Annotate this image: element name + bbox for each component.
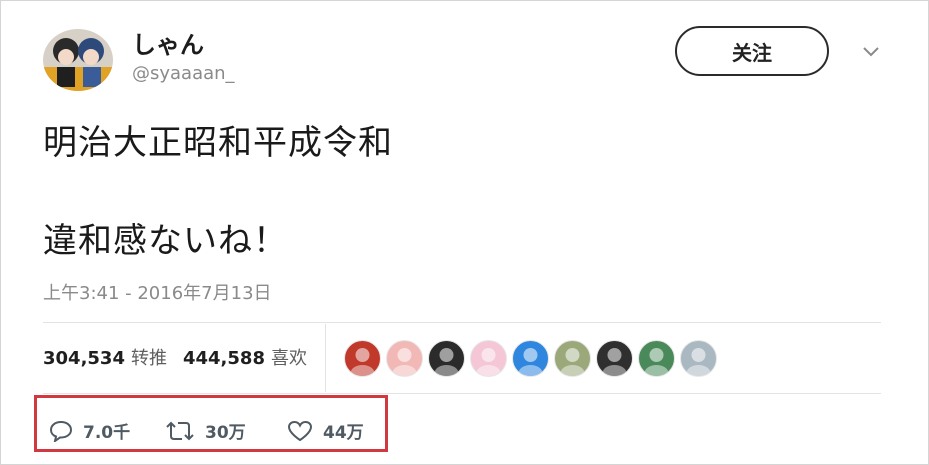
liker-avatar-7[interactable] [596,340,633,377]
tweet-text-line-1: 明治大正昭和平成令和 [43,123,393,163]
follow-button[interactable]: 关注 [675,26,829,76]
retweet-icon [166,421,194,440]
liker-avatar-4[interactable] [470,340,507,377]
liker-avatar-5[interactable] [512,340,549,377]
liker-avatar-2[interactable] [386,340,423,377]
user-display-name[interactable]: しゃん [132,25,204,60]
retweet-count: 30万 [205,423,246,443]
like-action[interactable]: 44万 [287,418,364,443]
tweet-stats: 304,534 转推 444,588 喜欢 [43,344,323,370]
stats-separator [325,324,326,392]
like-count: 44万 [323,423,364,443]
action-bar-highlight: 7.0千 30万 44万 [34,395,388,452]
user-handle[interactable]: @syaaaan_ [132,63,235,84]
likes-count[interactable]: 444,588 [183,348,265,369]
chevron-down-icon[interactable] [861,45,881,59]
liker-avatar-8[interactable] [638,340,675,377]
heart-icon [287,420,313,441]
liker-avatar-6[interactable] [554,340,591,377]
divider-bottom [43,393,881,394]
reply-count: 7.0千 [83,423,131,443]
liker-avatar-1[interactable] [344,340,381,377]
tweet-timestamp[interactable]: 上午3:41 - 2016年7月13日 [43,279,272,305]
liker-avatar-9[interactable] [680,340,717,377]
user-avatar[interactable] [43,29,113,91]
tweet-text-line-2: 違和感ないね！ [43,221,288,261]
retweet-action[interactable]: 30万 [165,418,246,443]
tweet-card: しゃん @syaaaan_ 关注 明治大正昭和平成令和 違和感ないね！ 上午3:… [0,0,929,465]
likes-label[interactable]: 喜欢 [271,344,307,370]
reply-icon [49,420,73,442]
retweets-count[interactable]: 304,534 [43,348,125,369]
retweets-label[interactable]: 转推 [131,344,167,370]
liker-avatars [344,340,722,377]
reply-action[interactable]: 7.0千 [49,418,130,443]
divider-top [43,322,881,323]
liker-avatar-3[interactable] [428,340,465,377]
